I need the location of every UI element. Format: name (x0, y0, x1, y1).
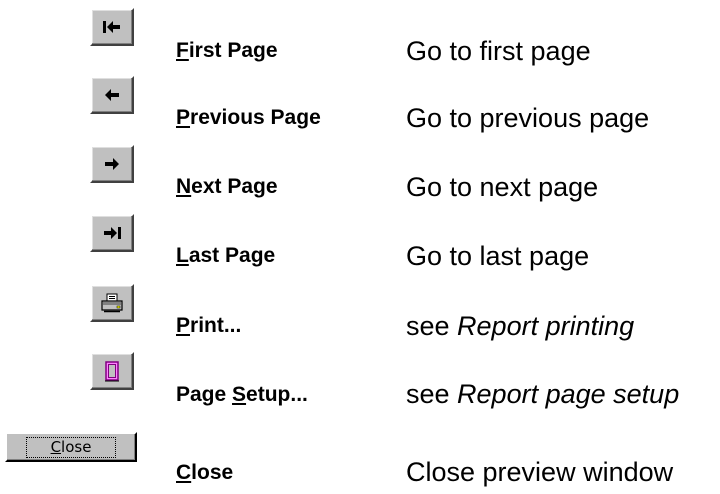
print-row: Print... see Report printing (0, 284, 720, 344)
page-setup-row: Page Setup... see Report page setup (0, 352, 720, 412)
previous-page-row: Previous Page Go to previous page (0, 76, 720, 136)
first-page-description: Go to first page (406, 36, 591, 66)
last-page-label: Last Page (176, 244, 276, 267)
print-label: Print... (176, 314, 242, 337)
first-page-row: First Page Go to first page (0, 8, 720, 68)
last-page-icon (104, 227, 121, 239)
page-setup-button[interactable] (90, 352, 134, 390)
page-setup-description: see Report page setup (406, 379, 680, 409)
page-setup-label: Page Setup... (176, 383, 308, 406)
print-button[interactable] (90, 284, 134, 322)
close-button-caption: Close (25, 436, 117, 458)
printer-icon (101, 293, 123, 313)
previous-page-button[interactable] (90, 76, 134, 114)
close-row: Close Close Close preview window (0, 432, 720, 492)
first-page-label: First Page (176, 39, 278, 62)
last-page-description: Go to last page (406, 241, 590, 271)
first-page-button[interactable] (90, 8, 134, 46)
last-page-button[interactable] (90, 214, 134, 252)
close-description: Close preview window (406, 457, 674, 487)
close-button[interactable]: Close (5, 432, 137, 462)
next-page-row: Next Page Go to next page (0, 145, 720, 205)
first-page-icon (103, 21, 120, 33)
next-page-description: Go to next page (406, 172, 599, 202)
next-page-icon (105, 158, 119, 170)
previous-page-description: Go to previous page (406, 103, 650, 133)
print-description: see Report printing (406, 311, 635, 341)
close-label: Close (176, 461, 234, 484)
report-printing-link: Report printing (457, 311, 635, 341)
page-setup-icon (105, 361, 119, 382)
next-page-button[interactable] (90, 145, 134, 183)
last-page-row: Last Page Go to last page (0, 214, 720, 274)
next-page-label: Next Page (176, 175, 278, 198)
previous-page-label: Previous Page (176, 106, 321, 129)
report-page-setup-link: Report page setup (457, 379, 680, 409)
previous-page-icon (105, 89, 119, 101)
